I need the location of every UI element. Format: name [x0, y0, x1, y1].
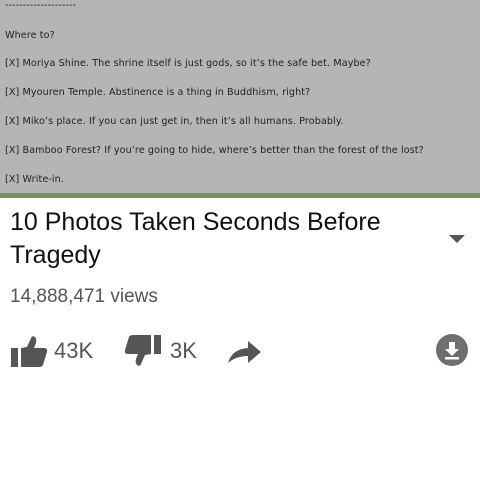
view-count: 14,888,471 views — [10, 286, 158, 307]
share-arrow-icon — [228, 341, 261, 363]
dislike-button[interactable]: 3K — [124, 334, 197, 368]
quest-option: [X] Bamboo Forest? If you’re going to hi… — [5, 145, 424, 156]
quest-option: [X] Moriya Shine. The shrine itself is j… — [5, 58, 371, 69]
quest-option: [X] Myouren Temple. Abstinence is a thin… — [5, 87, 311, 98]
quest-option: [X] Write-in. — [5, 174, 64, 185]
quest-divider: -------------------- — [5, 0, 77, 11]
share-button[interactable] — [226, 334, 264, 368]
video-title: 10 Photos Taken Seconds Before Tragedy — [10, 208, 381, 269]
video-info-panel: 10 Photos Taken Seconds Before Tragedy 1… — [0, 198, 480, 479]
thumbs-up-icon — [11, 336, 48, 367]
quest-option: [X] Miko’s place. If you can just get in… — [5, 116, 344, 127]
thumbs-down-icon — [124, 335, 161, 366]
quest-prompt: Where to? — [5, 30, 55, 41]
download-button[interactable] — [436, 334, 468, 366]
like-count: 43K — [54, 338, 94, 363]
chevron-down-icon[interactable] — [449, 235, 465, 243]
quest-text-panel: -------------------- Where to? [X] Moriy… — [0, 0, 480, 198]
like-button[interactable]: 43K — [10, 334, 93, 368]
dislike-count: 3K — [170, 338, 197, 363]
download-icon — [445, 342, 459, 360]
